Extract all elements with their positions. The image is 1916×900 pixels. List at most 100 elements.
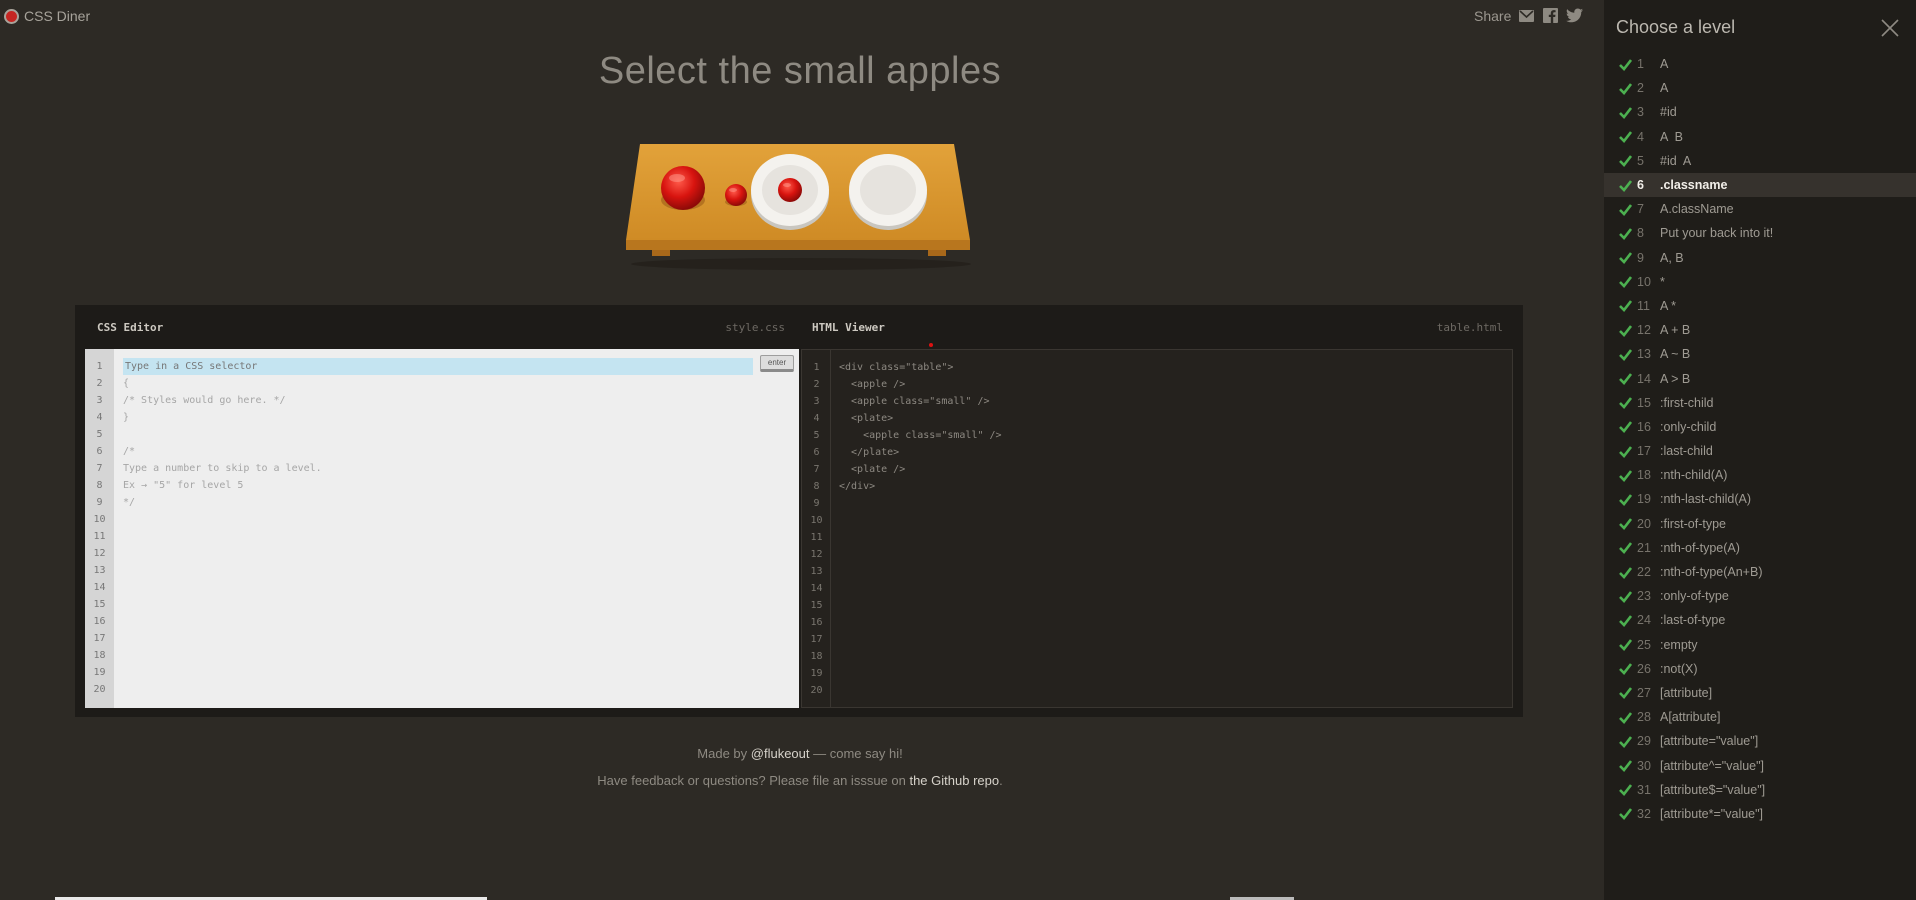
level-item[interactable]: 9 A, B [1604,246,1916,270]
level-item[interactable]: 28 A[attribute] [1604,705,1916,729]
checkmark-icon [1619,590,1632,603]
level-item[interactable]: 14 A > B [1604,366,1916,390]
level-name: :last-child [1660,444,1713,459]
app-brand[interactable]: CSS Diner [4,8,90,24]
level-item[interactable]: 15 :first-child [1604,391,1916,415]
level-item[interactable]: 11 A * [1604,294,1916,318]
level-item[interactable]: 19:nth-last-child(A) [1604,487,1916,511]
level-item[interactable]: 23:only-of-type [1604,584,1916,608]
level-number: 15 [1637,395,1651,410]
twitter-icon[interactable] [1566,7,1584,24]
level-number: 31 [1637,782,1651,797]
small-apple[interactable] [778,178,802,202]
facebook-icon[interactable] [1542,7,1559,24]
author-link[interactable]: @flukeout [751,746,810,761]
level-number: 12 [1637,323,1651,338]
checkmark-icon [1619,349,1632,361]
html-line-numbers: 1 2 3 4 5 6 7 8 9 10 11 12 13 14 15 16 1… [810,362,823,696]
editor-panel: CSS Editor style.css HTML Viewer table.h… [75,305,1523,717]
small-apple[interactable] [725,184,747,206]
level-item[interactable]: 24:last-of-type [1604,608,1916,632]
indicator-dot [929,343,933,347]
css-editor: 1 2 3 4 5 6 7 8 9 10 11 12 13 14 15 16 1… [85,349,799,708]
checkmark-icon [1619,518,1632,531]
css-code: { /* Styles would go here. */ } /* Type … [123,378,322,508]
checkmark-icon [1619,663,1632,676]
checkmark-icon [1619,687,1632,700]
level-item[interactable]: 2A [1604,76,1916,100]
level-name: [attribute*="value"] [1660,806,1764,821]
css-editor-title: CSS Editor [97,321,164,334]
email-icon[interactable] [1518,7,1535,24]
level-name: A [1660,57,1669,72]
share-bar: Share [1474,7,1584,24]
level-name: :only-of-type [1660,589,1729,604]
level-item[interactable]: 32 [attribute*="value"] [1604,802,1916,826]
css-selector-input[interactable] [123,358,753,375]
level-name: A + B [1660,323,1691,338]
level-item[interactable]: 26:not(X) [1604,657,1916,681]
enter-button[interactable]: enter [760,355,794,372]
level-number: 4 [1637,129,1644,144]
level-name: A [1660,81,1669,96]
level-name: #id A [1660,153,1692,168]
level-item[interactable]: 5 #id A [1604,149,1916,173]
level-name: #id [1660,105,1677,120]
checkmark-icon [1619,300,1632,313]
level-number: 21 [1637,540,1651,555]
level-number: 18 [1637,468,1651,483]
level-name: :first-child [1660,395,1714,410]
level-item[interactable]: 10 * [1604,270,1916,294]
level-number: 11 [1637,298,1650,313]
level-name: A[attribute] [1660,710,1721,725]
level-number: 7 [1637,202,1644,217]
checkmark-icon [1619,324,1632,337]
level-item[interactable]: 20:first-of-type [1604,512,1916,536]
level-item[interactable]: 6 .classname [1604,172,1916,198]
level-number: 6 [1637,178,1644,193]
level-item[interactable]: 31 [attribute$="value"] [1604,778,1916,802]
level-name: [attribute] [1660,685,1713,700]
level-item[interactable]: 17:last-child [1604,439,1916,463]
level-item[interactable]: 30 [attribute^="value"] [1604,753,1916,777]
level-number: 28 [1637,710,1651,725]
checkmark-icon [1619,421,1632,434]
level-item[interactable]: 13 A ~ B [1604,342,1916,366]
level-item[interactable]: 8 Put your back into it! [1604,221,1916,245]
checkmark-icon [1619,252,1632,265]
level-name: * [1660,274,1665,289]
github-repo-link[interactable]: the Github repo [909,773,999,788]
level-number: 26 [1637,661,1651,676]
app-name: CSS Diner [24,8,91,24]
level-item[interactable]: 18:nth-child(A) [1604,463,1916,487]
level-number: 30 [1637,758,1651,773]
level-item[interactable]: 16:only-child [1604,415,1916,439]
level-item[interactable]: 27 [attribute] [1604,681,1916,705]
level-name: :first-of-type [1660,516,1726,531]
level-number: 8 [1637,226,1644,241]
level-number: 1 [1637,57,1644,72]
checkmark-icon [1619,203,1632,216]
footer-credit-suffix: — come say hi! [809,746,903,761]
checkmark-icon [1619,131,1632,144]
checkmark-icon [1619,784,1632,797]
level-name: A.className [1660,202,1734,217]
level-item[interactable]: 7 A.className [1604,197,1916,221]
level-item[interactable]: 12 A + B [1604,318,1916,342]
apple[interactable] [661,166,705,210]
level-item[interactable]: 21:nth-of-type(A) [1604,536,1916,560]
level-item[interactable]: 22:nth-of-type(An+B) [1604,560,1916,584]
level-item[interactable]: 25:empty [1604,633,1916,657]
level-item[interactable]: 4 A B [1604,125,1916,149]
level-name: :last-of-type [1660,613,1726,628]
checkmark-icon [1619,397,1632,410]
level-name: :empty [1660,637,1698,652]
level-item[interactable]: 1A [1604,52,1916,76]
plate[interactable] [849,154,927,230]
level-number: 9 [1637,250,1644,265]
checkmark-icon [1619,276,1632,289]
level-item[interactable]: 29 [attribute="value"] [1604,729,1916,753]
level-item[interactable]: 3 #id [1604,100,1916,124]
share-label: Share [1474,7,1512,24]
close-icon[interactable] [1880,18,1900,38]
